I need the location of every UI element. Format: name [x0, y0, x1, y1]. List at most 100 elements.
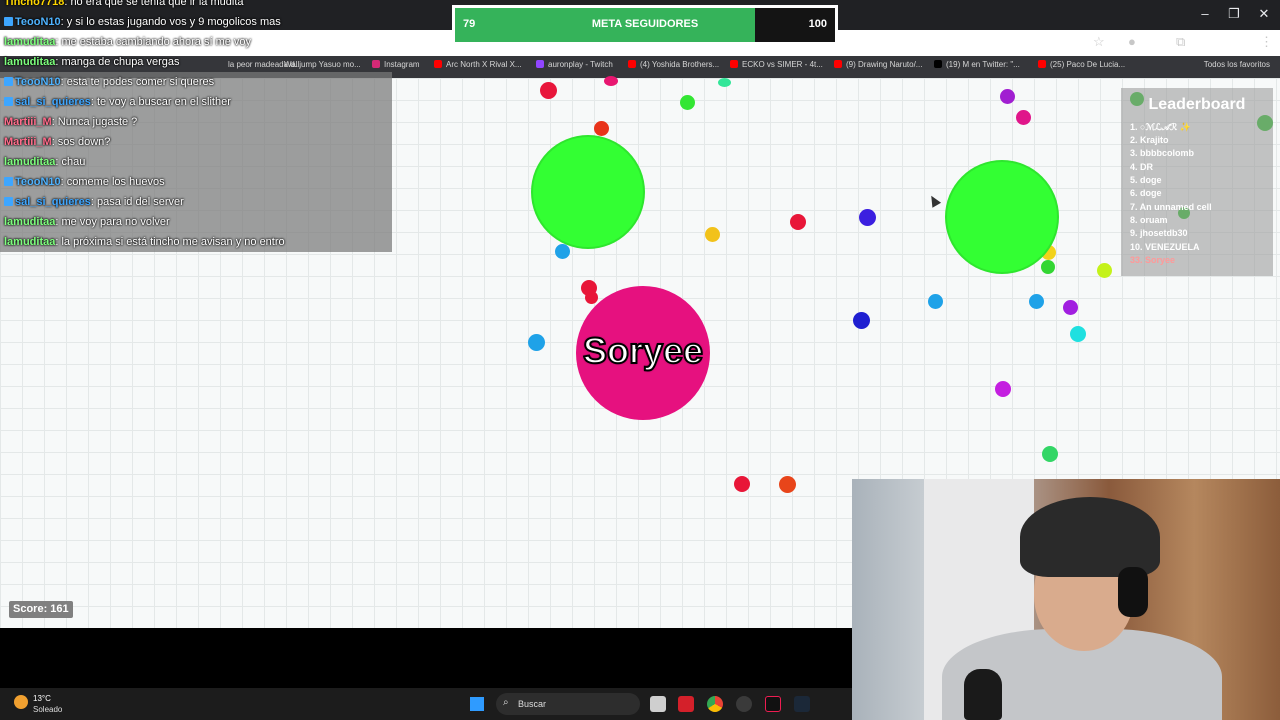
bookmark-item[interactable]: (19) M en Twitter: "...: [934, 60, 1020, 74]
x-icon: [934, 60, 942, 68]
chat-text: : te voy a buscar en el slither: [90, 96, 231, 108]
chat-text: : Nunca jugaste ?: [51, 116, 138, 128]
food-pellet: [1041, 260, 1055, 274]
food-pellet: [1063, 300, 1078, 315]
leaderboard-entry-self: 33. Soryee: [1130, 255, 1176, 265]
chat-message: TeooN10: esta te podes comer si queres: [0, 72, 392, 92]
leaderboard: Leaderboard 1. ○ℳℒ𝒜ℛ ✨ 2. Krajito 3. bbb…: [1121, 88, 1273, 276]
leaderboard-entry: 9. jhosetdb30: [1130, 228, 1188, 238]
chat-username: TeooN10: [15, 16, 61, 28]
food-pellet: [540, 82, 557, 99]
goal-track: META SEGUIDORES 79 100: [455, 8, 835, 42]
player-name: Soryee: [582, 329, 704, 372]
windows-start-icon[interactable]: [470, 697, 484, 711]
youtube-icon: [1038, 60, 1046, 68]
chat-message: Martiii_M: Nunca jugaste ?: [0, 112, 392, 132]
food-pellet: [928, 294, 943, 309]
food-pellet: [859, 209, 876, 226]
bookmark-item[interactable]: ECKO vs SIMER - 4t...: [730, 60, 823, 74]
chat-message: TeooN10: comeme los huevos: [0, 172, 392, 192]
close-icon[interactable]: ✕: [1254, 6, 1274, 22]
chrome-icon[interactable]: [707, 696, 723, 712]
tiktok-icon[interactable]: [765, 696, 781, 712]
food-pellet: [1042, 446, 1058, 462]
chat-username: lamuditaa: [4, 216, 56, 228]
chat-message: lamuditaa: la próxima si está tincho me …: [0, 232, 392, 252]
bookmark-label: (9) Drawing Naruto/...: [846, 60, 923, 69]
extension-icon[interactable]: ●: [1128, 34, 1136, 50]
steam-icon[interactable]: [794, 696, 810, 712]
youtube-icon: [628, 60, 636, 68]
badge-icon: [4, 77, 13, 86]
chat-text: : manga de chupa vergas: [55, 56, 180, 68]
food-pellet: [853, 312, 870, 329]
chat-message: Martiii_M: sos down?: [0, 132, 392, 152]
weather-icon[interactable]: [14, 695, 28, 709]
youtube-icon: [434, 60, 442, 68]
leaderboard-entry: 1. ○ℳℒ𝒜ℛ ✨: [1130, 122, 1191, 132]
extensions-icon[interactable]: ⧉: [1176, 34, 1185, 50]
bookmark-item[interactable]: (4) Yoshida Brothers...: [628, 60, 719, 74]
food-pellet: [705, 227, 720, 242]
leaderboard-entry: 4. DR: [1130, 162, 1154, 172]
food-pellet: [604, 76, 618, 86]
leaderboard-entry: 10. VENEZUELA: [1130, 242, 1200, 252]
virus-cell: [947, 162, 1057, 272]
file-explorer-icon[interactable]: [650, 696, 666, 712]
bookmark-item[interactable]: (25) Paco De Lucia...: [1038, 60, 1125, 74]
bookmarks-folder[interactable]: Todos los favoritos: [1204, 60, 1270, 69]
leaderboard-entry: 6. doge: [1130, 188, 1162, 198]
weather-desc: Soleado: [33, 705, 63, 714]
leaderboard-entry: 7. An unnamed cell: [1130, 202, 1212, 212]
obs-icon[interactable]: [736, 696, 752, 712]
minimize-icon[interactable]: –: [1195, 6, 1215, 21]
bookmark-label: auronplay - Twitch: [548, 60, 613, 69]
bookmark-label: ECKO vs SIMER - 4t...: [742, 60, 823, 69]
food-pellet: [1029, 294, 1044, 309]
chat-username: Tincho7718: [4, 0, 65, 8]
youtube-icon: [834, 60, 842, 68]
headset-icon: [1118, 567, 1148, 617]
chat-message: Tincho7718: no era que se tenía que ir l…: [0, 0, 392, 12]
chat-username: TeooN10: [15, 176, 61, 188]
leaderboard-entry: 8. oruam: [1130, 215, 1168, 225]
chat-message: lamuditaa: chau: [0, 152, 392, 172]
bookmark-item[interactable]: auronplay - Twitch: [536, 60, 613, 74]
chat-text: : y si lo estas jugando vos y 9 mogolico…: [60, 16, 281, 28]
chat-text: : pasa id del server: [90, 196, 184, 208]
badge-icon: [4, 97, 13, 106]
chat-username: Martiii_M: [4, 116, 52, 128]
maximize-icon[interactable]: ❐: [1224, 6, 1244, 22]
bookmark-item[interactable]: Arc North X Rival X...: [434, 60, 522, 74]
bookmark-label: Arc North X Rival X...: [446, 60, 522, 69]
leaderboard-entry: 3. bbbbcolomb: [1130, 148, 1194, 158]
bookmark-item[interactable]: (9) Drawing Naruto/...: [834, 60, 922, 74]
badge-icon: [4, 197, 13, 206]
chat-username: lamuditaa: [4, 56, 56, 68]
chat-username: lamuditaa: [4, 236, 56, 248]
food-pellet: [734, 476, 750, 492]
chat-message: sal_si_quieres: te voy a buscar en el sl…: [0, 92, 392, 112]
food-pellet: [1097, 263, 1112, 278]
chat-overlay: Tincho7718: no era que se tenía que ir l…: [0, 0, 392, 252]
food-pellet: [1016, 110, 1031, 125]
goal-title: META SEGUIDORES: [591, 18, 699, 30]
chat-text: : chau: [55, 156, 86, 168]
food-pellet: [680, 95, 695, 110]
virus-cell: [533, 137, 643, 247]
leaderboard-title: Leaderboard: [1148, 96, 1246, 113]
chat-message: lamuditaa: me voy para no volver: [0, 212, 392, 232]
chat-username: lamuditaa: [4, 156, 56, 168]
chat-message: TeooN10: y si lo estas jugando vos y 9 m…: [0, 12, 392, 32]
chat-username: lamuditaa: [4, 36, 56, 48]
food-pellet: [790, 214, 806, 230]
star-icon[interactable]: ☆: [1093, 34, 1105, 50]
food-pellet: [528, 334, 545, 351]
leaderboard-entry: 5. doge: [1130, 175, 1162, 185]
weather-temp: 13°C: [33, 694, 51, 703]
chat-text: : sos down?: [51, 136, 111, 148]
app-icon[interactable]: [678, 696, 694, 712]
menu-icon[interactable]: ⋮: [1260, 34, 1273, 50]
food-pellet: [555, 244, 570, 259]
leaderboard-entry: 2. Krajito: [1130, 135, 1169, 145]
